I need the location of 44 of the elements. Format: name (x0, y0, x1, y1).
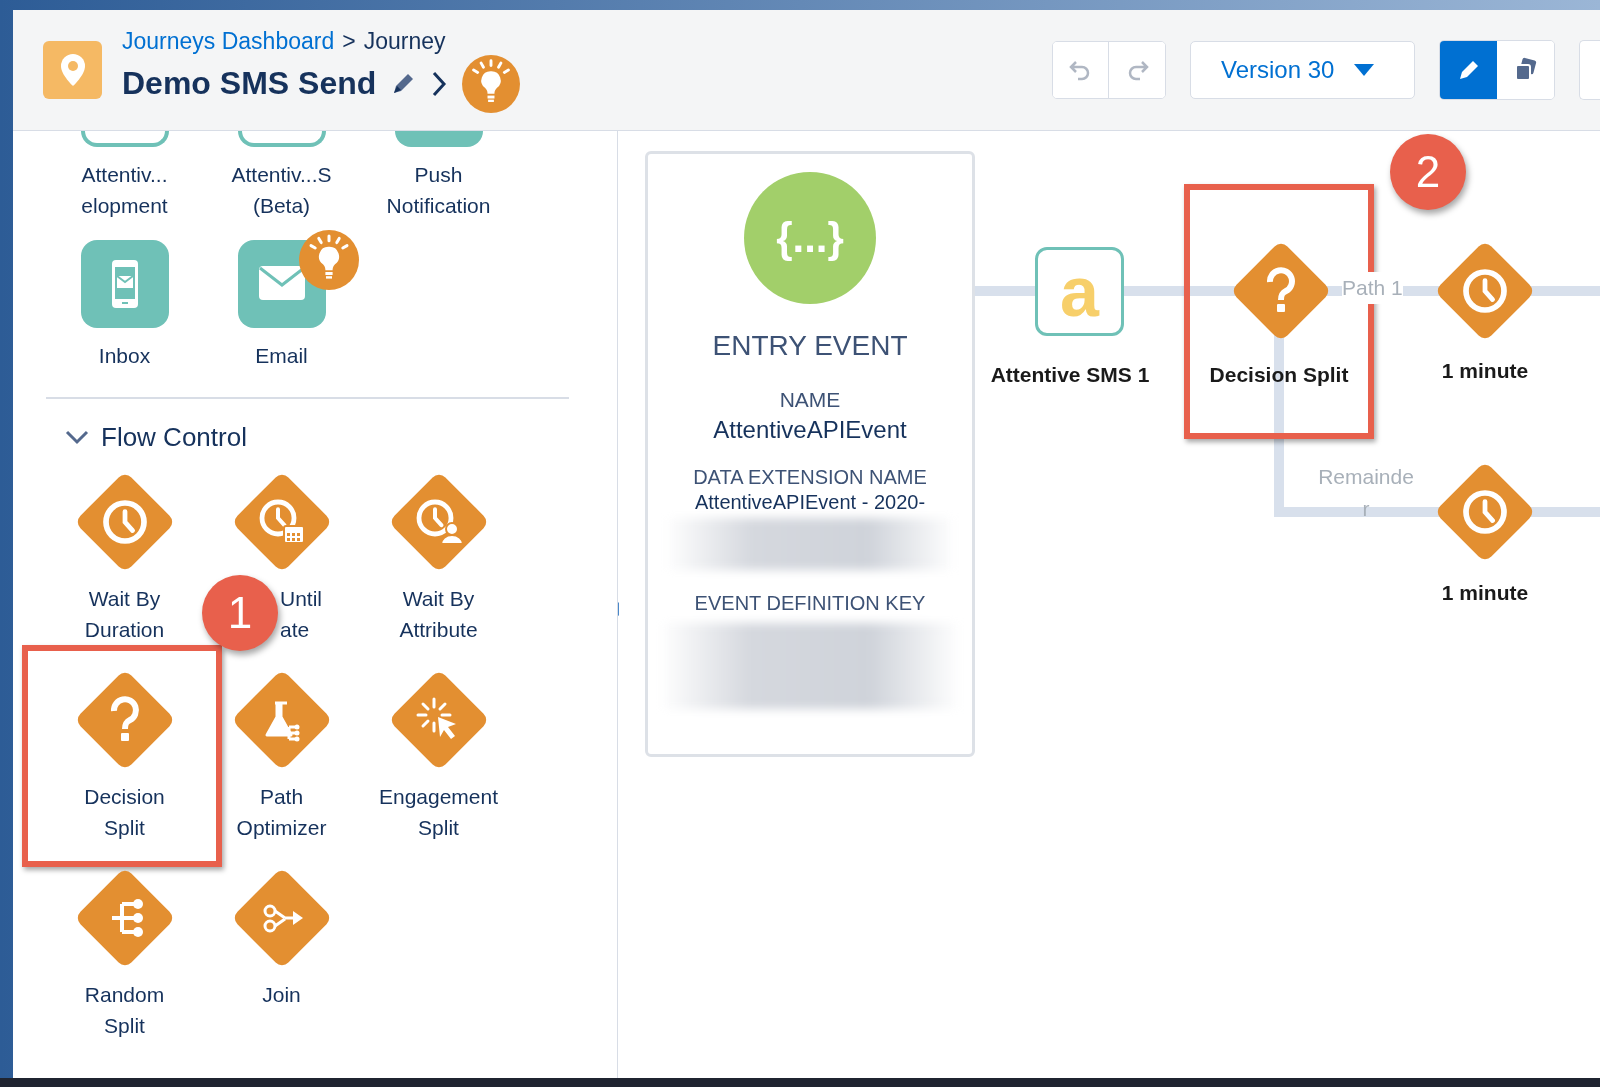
toolbar-button[interactable] (1579, 40, 1600, 100)
activity-label: Wait By Duration (84, 586, 165, 643)
activity-label: Engagement Split (378, 784, 499, 841)
chevron-right-icon[interactable] (430, 69, 449, 98)
activity-label: 1 minute (1440, 358, 1530, 384)
tile-label: Inbox (98, 343, 151, 369)
activity-label: Decision Split (1208, 362, 1350, 388)
entry-event-title: ENTRY EVENT (712, 330, 908, 362)
tile-label: Attentiv...S (Beta) (231, 162, 332, 219)
path-label: Path 1 (1342, 272, 1403, 304)
tile-icon[interactable] (237, 131, 326, 147)
tile-icon[interactable] (394, 131, 483, 147)
field-label: NAME (779, 388, 841, 412)
activity-label: Join (262, 982, 301, 1008)
entry-event-icon: {...} (744, 172, 876, 304)
activity-label: Until ate (280, 586, 322, 643)
breadcrumb-current: Journey (363, 27, 446, 55)
tile-icon[interactable] (80, 131, 169, 147)
lightbulb-icon[interactable] (462, 54, 521, 113)
breadcrumb-separator: > (342, 27, 356, 55)
activity-label: Decision Split (84, 784, 165, 841)
field-value: AttentiveAPIEvent (713, 416, 907, 444)
caret-down-icon (1354, 64, 1374, 76)
breadcrumb-link[interactable]: Journeys Dashboard (122, 27, 335, 55)
field-value: AttentiveAPIEvent - 2020- (694, 491, 926, 514)
activity-label: Path Optimizer (236, 784, 327, 841)
version-dropdown[interactable]: Version 30 (1190, 41, 1415, 99)
field-label: EVENT DEFINITION KEY (694, 592, 926, 615)
tile-label: Attentiv... elopment (81, 162, 168, 219)
path-label: Remainder (1317, 464, 1415, 522)
tile-label: Push Notification (386, 162, 491, 219)
copy-button[interactable] (1497, 41, 1554, 99)
chevron-down-icon[interactable] (65, 429, 89, 445)
activity-label: Attentive SMS 1 (989, 362, 1151, 388)
inbox-tile-icon[interactable] (80, 240, 169, 328)
tile-label: Email (255, 343, 308, 369)
lightbulb-icon[interactable] (299, 230, 359, 290)
activity-label: Wait By Attribute (399, 586, 478, 643)
activity-label: 1 minute (1440, 580, 1530, 606)
section-title: Flow Control (101, 421, 247, 453)
journey-title: Demo SMS Send (122, 65, 377, 102)
activity-label: Random Split (84, 982, 165, 1039)
field-label: DATA EXTENSION NAME (693, 466, 927, 489)
edit-mode-button[interactable] (1440, 41, 1497, 99)
